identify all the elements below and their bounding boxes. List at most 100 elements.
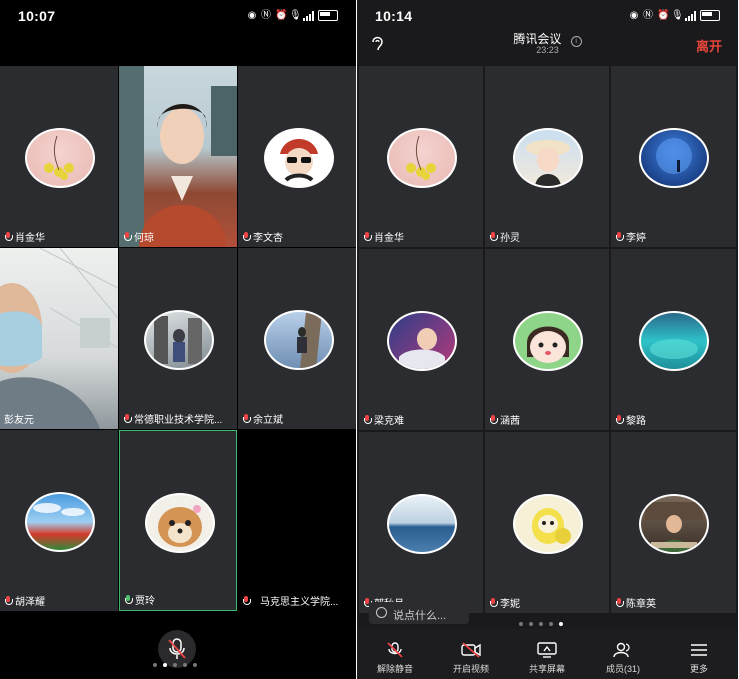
- participant-label: 余立斌: [242, 411, 283, 426]
- meeting-title: 腾讯会议: [513, 32, 562, 46]
- chat-placeholder: 说点什么...: [393, 610, 447, 622]
- leave-button[interactable]: 离开: [696, 36, 722, 55]
- participant-tile[interactable]: 涵茜: [485, 249, 609, 430]
- page-indicator: [153, 663, 197, 667]
- avatar: [145, 493, 215, 553]
- page-dot: [173, 663, 177, 667]
- video-frame: [119, 66, 237, 247]
- participant-label: 黎路: [615, 412, 646, 427]
- eye-icon: ◉: [629, 9, 639, 21]
- avatar: [513, 494, 583, 554]
- participant-label: 李婷: [615, 229, 646, 244]
- participant-tile[interactable]: 胡泽耀: [0, 430, 118, 611]
- participant-tile[interactable]: 黎路: [611, 249, 736, 430]
- unmute-button[interactable]: 解除静音: [365, 642, 425, 675]
- participant-tile[interactable]: 肖金华: [0, 66, 118, 247]
- meeting-toolbar: 解除静音 开启视频 共享屏幕 成员(31) 更多: [357, 629, 738, 679]
- mic-muted-icon: [489, 597, 498, 608]
- signal-icon: [685, 10, 696, 21]
- mic-muted-icon: [615, 597, 624, 608]
- participant-video-tile[interactable]: 彭友元: [0, 248, 118, 429]
- participant-tile[interactable]: 梁克难: [359, 249, 483, 430]
- avatar: [25, 128, 95, 188]
- battery-icon: [318, 10, 338, 21]
- participant-tile[interactable]: 余立斌: [238, 248, 356, 429]
- mic-muted-icon: [4, 595, 13, 606]
- mic-muted-icon: [615, 231, 624, 242]
- status-time: 10:07: [18, 8, 56, 24]
- mic-muted-icon: [489, 231, 498, 242]
- participant-label: 马克思主义学院...: [242, 593, 338, 608]
- alarm-icon: ⏰: [275, 9, 288, 21]
- avatar: [387, 311, 457, 371]
- screen-share-icon: [537, 642, 557, 658]
- nfc-icon: Ⓝ: [261, 9, 271, 21]
- page-dot: [519, 622, 523, 626]
- chat-input[interactable]: 说点什么...: [369, 602, 469, 624]
- page-dot-active: [163, 663, 167, 667]
- participant-tile[interactable]: 李文杏: [238, 66, 356, 247]
- page-dot: [153, 663, 157, 667]
- participant-label: 何琼: [123, 229, 154, 244]
- mic-icon: 🎙: [289, 9, 302, 21]
- participant-label: 李妮: [489, 595, 520, 610]
- share-screen-button[interactable]: 共享屏幕: [517, 642, 577, 675]
- video-frame: [0, 248, 118, 429]
- start-video-button[interactable]: 开启视频: [441, 642, 501, 675]
- page-indicator: [519, 622, 563, 626]
- signal-icon: [303, 10, 314, 21]
- page-dot: [193, 663, 197, 667]
- page-dot-active: [559, 622, 563, 626]
- participant-tile[interactable]: 常德职业技术学院...: [119, 248, 237, 429]
- participant-label: 彭友元: [4, 415, 34, 426]
- participant-tile[interactable]: 李妮: [485, 432, 609, 613]
- mic-muted-icon: [242, 595, 251, 606]
- participant-tile[interactable]: 李婷: [611, 66, 736, 247]
- avatar: [513, 311, 583, 371]
- mic-muted-icon: [123, 413, 132, 424]
- avatar: [513, 128, 583, 188]
- mic-muted-icon: [387, 642, 403, 658]
- avatar: [387, 494, 457, 554]
- avatar: [264, 128, 334, 188]
- mic-active-icon: [124, 594, 133, 605]
- participant-label: 陈章英: [615, 595, 656, 610]
- mic-icon: 🎙: [671, 9, 684, 21]
- status-bar: 10:14 ◉ Ⓝ ⏰ 🎙: [357, 0, 738, 32]
- participant-tile[interactable]: 马克思主义学院...: [238, 430, 356, 611]
- page-dot: [539, 622, 543, 626]
- participant-label: 肖金华: [363, 229, 404, 244]
- meeting-duration: 23:23: [536, 45, 559, 55]
- participant-label: 孙灵: [489, 229, 520, 244]
- participant-label: 李文杏: [242, 229, 283, 244]
- emoji-icon[interactable]: [376, 607, 387, 618]
- members-icon: [613, 642, 630, 658]
- avatar: [144, 310, 214, 370]
- status-time: 10:14: [375, 8, 413, 24]
- participant-tile-speaking[interactable]: 贾玲: [119, 430, 237, 611]
- eye-icon: ◉: [247, 9, 257, 21]
- participant-tile[interactable]: 肖金华: [359, 66, 483, 247]
- alarm-icon: ⏰: [657, 9, 670, 21]
- participant-tile[interactable]: 陈章英: [611, 432, 736, 613]
- participant-video-tile[interactable]: 何琼: [119, 66, 237, 247]
- members-button[interactable]: 成员(31): [593, 642, 653, 675]
- system-icons: ◉ Ⓝ ⏰ 🎙: [247, 10, 338, 21]
- avatar: [25, 492, 95, 552]
- mic-muted-icon: [4, 231, 13, 242]
- participant-tile[interactable]: 郭秋月: [359, 432, 483, 613]
- mic-muted-icon: [242, 413, 251, 424]
- page-dot: [529, 622, 533, 626]
- mic-muted-icon: [615, 414, 624, 425]
- avatar: [639, 494, 709, 554]
- mic-muted-icon: [489, 414, 498, 425]
- left-phone-screen: 10:07 ◉ Ⓝ ⏰ 🎙 肖金华 何琼 李文杏 彭友元 常德职业技术学院...…: [0, 0, 356, 679]
- participant-tile[interactable]: 孙灵: [485, 66, 609, 247]
- status-bar: 10:07 ◉ Ⓝ ⏰ 🎙: [0, 0, 356, 32]
- more-button[interactable]: 更多: [669, 642, 729, 675]
- mic-muted-icon: [123, 231, 132, 242]
- more-menu-icon: [691, 644, 707, 656]
- avatar: [264, 310, 334, 370]
- mic-muted-icon: [363, 231, 372, 242]
- participant-label: 肖金华: [4, 229, 45, 244]
